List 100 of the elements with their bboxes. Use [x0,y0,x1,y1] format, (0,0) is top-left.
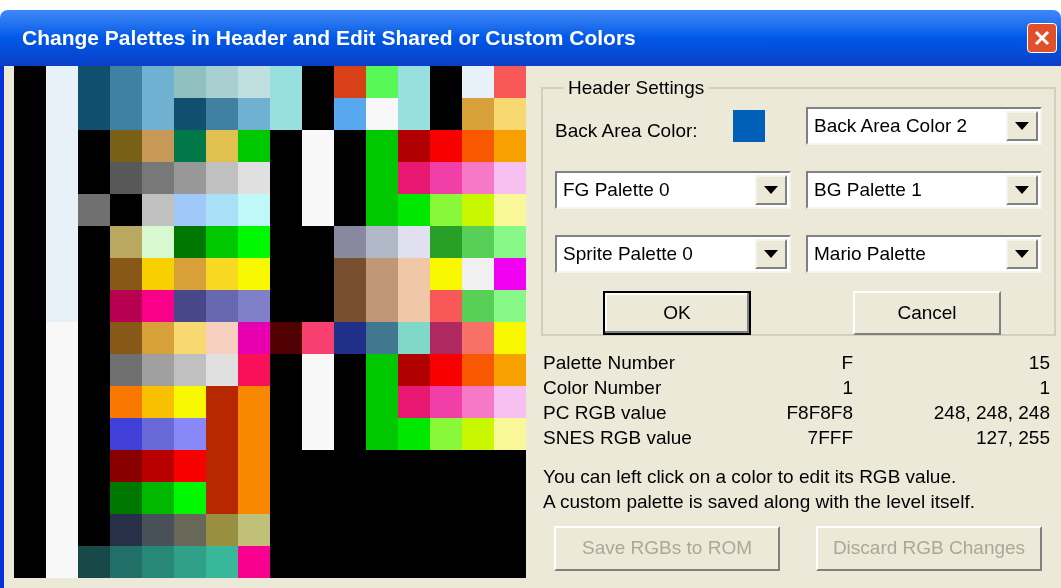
color-swatch[interactable] [462,354,494,386]
color-swatch[interactable] [462,418,494,450]
color-swatch[interactable] [462,66,494,98]
color-swatch[interactable] [142,162,174,194]
color-swatch[interactable] [366,322,398,354]
color-swatch[interactable] [462,194,494,226]
color-swatch[interactable] [462,290,494,322]
color-swatch[interactable] [430,386,462,418]
color-swatch[interactable] [430,258,462,290]
color-swatch[interactable] [733,109,765,142]
dropdown[interactable]: Sprite Palette 0 [555,235,791,273]
color-swatch[interactable] [334,322,366,354]
color-swatch[interactable] [398,130,430,162]
color-swatch[interactable] [398,98,430,130]
color-swatch[interactable] [366,418,398,450]
color-swatch[interactable] [398,322,430,354]
color-swatch[interactable] [494,194,526,226]
color-swatch[interactable] [110,258,142,290]
color-swatch[interactable] [334,226,366,258]
color-swatch[interactable] [110,418,142,450]
color-swatch[interactable] [494,322,526,354]
color-swatch[interactable] [334,258,366,290]
dropdown[interactable]: BG Palette 1 [806,171,1042,209]
color-swatch[interactable] [430,162,462,194]
color-swatch[interactable] [174,98,206,130]
color-swatch[interactable] [398,354,430,386]
color-swatch[interactable] [142,194,174,226]
dropdown-arrow-button[interactable] [755,239,787,269]
color-swatch[interactable] [398,162,430,194]
color-swatch[interactable] [430,194,462,226]
color-swatch[interactable] [398,226,430,258]
color-swatch[interactable] [398,386,430,418]
color-swatch[interactable] [238,514,270,546]
color-swatch[interactable] [206,194,238,226]
color-swatch[interactable] [430,322,462,354]
ok-button[interactable]: OK [603,291,751,335]
color-swatch[interactable] [110,546,142,578]
dropdown-arrow-button[interactable] [1006,239,1038,269]
color-swatch[interactable] [238,354,270,386]
color-swatch[interactable] [238,258,270,290]
color-swatch[interactable] [78,98,110,130]
color-swatch[interactable] [206,290,238,322]
color-swatch[interactable] [110,354,142,386]
color-swatch[interactable] [238,386,270,418]
color-swatch[interactable] [78,194,110,226]
color-swatch[interactable] [174,546,206,578]
color-swatch[interactable] [110,66,142,98]
color-swatch[interactable] [206,354,238,386]
color-swatch[interactable] [206,66,238,98]
color-swatch[interactable] [110,386,142,418]
color-swatch[interactable] [110,98,142,130]
color-swatch[interactable] [78,66,110,98]
color-swatch[interactable] [46,322,78,354]
color-swatch[interactable] [462,258,494,290]
color-swatch[interactable] [142,514,174,546]
color-swatch[interactable] [142,450,174,482]
color-swatch[interactable] [366,354,398,386]
color-swatch[interactable] [142,258,174,290]
color-swatch[interactable] [238,194,270,226]
color-swatch[interactable] [430,354,462,386]
color-swatch[interactable] [46,290,78,322]
color-swatch[interactable] [238,226,270,258]
color-swatch[interactable] [110,290,142,322]
color-swatch[interactable] [110,450,142,482]
color-swatch[interactable] [174,418,206,450]
color-swatch[interactable] [46,546,78,578]
color-swatch[interactable] [238,482,270,514]
color-swatch[interactable] [398,258,430,290]
color-swatch[interactable] [206,98,238,130]
color-swatch[interactable] [174,482,206,514]
color-swatch[interactable] [366,258,398,290]
color-swatch[interactable] [174,194,206,226]
color-swatch[interactable] [174,514,206,546]
color-swatch[interactable] [142,322,174,354]
color-swatch[interactable] [494,66,526,98]
color-swatch[interactable] [206,130,238,162]
color-swatch[interactable] [334,98,366,130]
color-swatch[interactable] [110,514,142,546]
color-swatch[interactable] [142,546,174,578]
color-swatch[interactable] [110,226,142,258]
color-swatch[interactable] [238,162,270,194]
color-swatch[interactable] [334,290,366,322]
color-swatch[interactable] [494,98,526,130]
color-swatch[interactable] [206,514,238,546]
color-swatch[interactable] [302,322,334,354]
color-swatch[interactable] [494,162,526,194]
color-swatch[interactable] [334,66,366,98]
color-swatch[interactable] [462,98,494,130]
color-swatch[interactable] [174,354,206,386]
color-swatch[interactable] [270,98,302,130]
color-swatch[interactable] [206,322,238,354]
color-swatch[interactable] [270,66,302,98]
color-swatch[interactable] [462,162,494,194]
color-swatch[interactable] [366,98,398,130]
dropdown[interactable]: FG Palette 0 [555,171,791,209]
color-swatch[interactable] [110,482,142,514]
color-swatch[interactable] [174,290,206,322]
color-swatch[interactable] [462,226,494,258]
color-swatch[interactable] [238,66,270,98]
close-button[interactable] [1027,23,1057,53]
